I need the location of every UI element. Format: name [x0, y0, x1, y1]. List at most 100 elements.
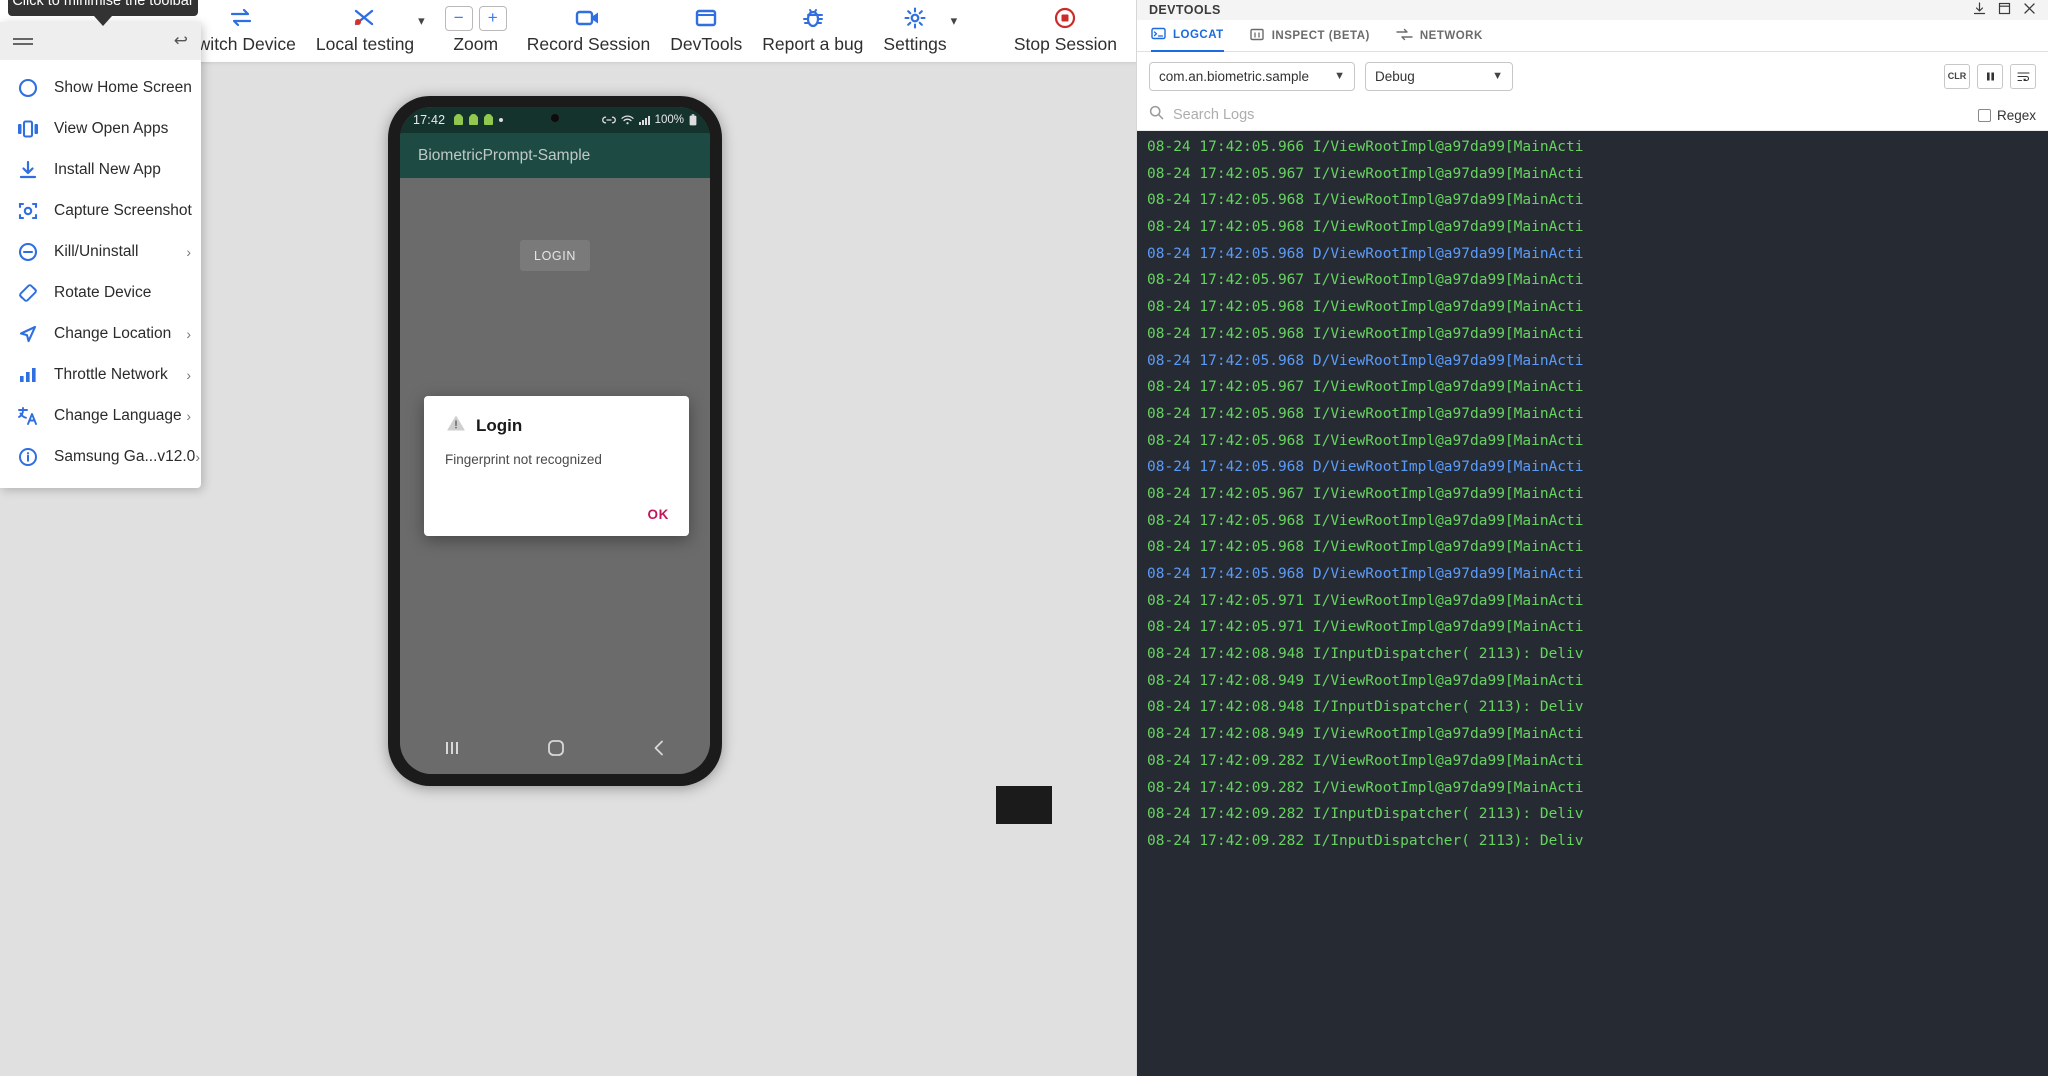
toolbar-item-report-bug[interactable]: Report a bug	[752, 0, 873, 62]
search-icon	[1149, 105, 1164, 125]
chevron-down-icon[interactable]: ▾	[418, 13, 425, 29]
toolbar-label: Record Session	[527, 34, 651, 55]
android-icon	[469, 116, 478, 125]
menu-item-kill-uninstall[interactable]: Kill/Uninstall ›	[0, 231, 201, 272]
change-location-icon	[13, 323, 43, 345]
logcat-line: 08-24 17:42:05.968 D/ViewRootImpl@a97da9…	[1137, 241, 2048, 268]
rotate-device-icon	[13, 282, 43, 304]
stop-session-icon	[1053, 4, 1077, 32]
toolbar-item-stop-session[interactable]: Stop Session	[1004, 0, 1127, 62]
search-input[interactable]	[1173, 107, 1433, 123]
regex-checkbox[interactable]	[1978, 109, 1991, 122]
phone-screen[interactable]: 17:42 100% BiometricPrompt-Sample LOGIN	[400, 107, 710, 774]
devtools-icon	[693, 4, 719, 32]
menu-item-throttle-network[interactable]: Throttle Network ›	[0, 354, 201, 395]
chevron-down-icon[interactable]: ▾	[951, 13, 958, 29]
dialog-ok-button[interactable]: OK	[648, 507, 669, 522]
menu-item-change-location[interactable]: Change Location ›	[0, 313, 201, 354]
devtools-panel: DEVTOOLS LOGCAT INSPECT (BETA)	[1136, 0, 2048, 1076]
logcat-line: 08-24 17:42:05.967 I/ViewRootImpl@a97da9…	[1137, 481, 2048, 508]
download-icon[interactable]	[1973, 2, 1986, 18]
recents-icon[interactable]	[442, 739, 462, 762]
toolbar-item-record-session[interactable]: Record Session	[517, 0, 661, 62]
tab-label: INSPECT (BETA)	[1272, 30, 1370, 42]
home-icon[interactable]	[546, 738, 566, 763]
login-button[interactable]: LOGIN	[520, 240, 590, 271]
capture-screenshot-icon	[13, 200, 43, 222]
app-content-area: LOGIN Login Fingerprint not recognized O…	[400, 178, 710, 774]
dialog-title: Login	[476, 416, 522, 436]
chevron-down-icon: ▼	[1334, 70, 1345, 82]
toolbar-label: Report a bug	[762, 34, 863, 55]
toolbar-item-devtools[interactable]: DevTools	[660, 0, 752, 62]
app-title-bar: BiometricPrompt-Sample	[400, 133, 710, 178]
tab-network[interactable]: NETWORK	[1396, 20, 1483, 52]
close-icon[interactable]	[2023, 2, 2036, 18]
menu-item-label: Change Language	[54, 407, 182, 425]
menu-list: Show Home Screen View Open Apps Install …	[0, 60, 201, 477]
regex-toggle[interactable]: Regex	[1978, 108, 2036, 123]
menu-item-device-info[interactable]: Samsung Ga...v12.0 ›	[0, 436, 201, 477]
wifi-icon	[621, 115, 634, 125]
device-info-icon	[13, 446, 43, 468]
logcat-line: 08-24 17:42:08.949 I/ViewRootImpl@a97da9…	[1137, 668, 2048, 695]
toolbar-label: Zoom	[453, 34, 498, 55]
log-level-value: Debug	[1375, 69, 1415, 84]
chevron-right-icon: ›	[186, 367, 191, 383]
minimise-toolbar-tooltip: Click to minimise the toolbar	[8, 0, 198, 16]
menu-item-rotate-device[interactable]: Rotate Device	[0, 272, 201, 313]
logcat-line: 08-24 17:42:05.971 I/ViewRootImpl@a97da9…	[1137, 588, 2048, 615]
logcat-line: 08-24 17:42:09.282 I/InputDispatcher( 21…	[1137, 828, 2048, 855]
logcat-line: 08-24 17:42:08.949 I/ViewRootImpl@a97da9…	[1137, 721, 2048, 748]
zoom-in-button[interactable]: +	[479, 6, 507, 31]
logcat-line: 08-24 17:42:05.968 D/ViewRootImpl@a97da9…	[1137, 454, 2048, 481]
minimize-icon[interactable]	[1998, 2, 2011, 18]
logcat-line: 08-24 17:42:05.967 I/ViewRootImpl@a97da9…	[1137, 161, 2048, 188]
menu-item-view-open-apps[interactable]: View Open Apps	[0, 108, 201, 149]
logcat-line: 08-24 17:42:05.968 D/ViewRootImpl@a97da9…	[1137, 348, 2048, 375]
logcat-line: 08-24 17:42:05.968 I/ViewRootImpl@a97da9…	[1137, 534, 2048, 561]
signal-icon	[639, 115, 650, 125]
device-actions-menu: ↩ Show Home Screen View Open Apps Instal…	[0, 22, 201, 488]
tab-inspect[interactable]: INSPECT (BETA)	[1250, 20, 1370, 52]
pause-icon[interactable]	[1977, 64, 2003, 89]
devtools-title: DEVTOOLS	[1149, 3, 1221, 17]
menu-item-label: Rotate Device	[54, 284, 151, 302]
toolbar-label: DevTools	[670, 34, 742, 55]
logcat-line: 08-24 17:42:09.282 I/InputDispatcher( 21…	[1137, 801, 2048, 828]
network-icon	[1396, 28, 1413, 44]
search-container	[1149, 105, 1978, 125]
toolbar-label: Switch Device	[186, 34, 296, 55]
zoom-out-button[interactable]: −	[445, 6, 473, 31]
dialog-message: Fingerprint not recognized	[445, 452, 668, 467]
app-title: BiometricPrompt-Sample	[418, 147, 590, 165]
tab-logcat[interactable]: LOGCAT	[1151, 20, 1224, 52]
home-circle-icon	[13, 77, 43, 99]
menu-item-change-language[interactable]: Change Language ›	[0, 395, 201, 436]
logcat-action-buttons: CLR	[1944, 64, 2036, 89]
log-level-dropdown[interactable]: Debug ▼	[1365, 62, 1513, 91]
wrap-lines-icon[interactable]	[2010, 64, 2036, 89]
back-icon[interactable]	[650, 739, 668, 762]
hamburger-icon[interactable]	[13, 35, 33, 48]
menu-item-label: Install New App	[54, 161, 161, 179]
collapse-left-icon[interactable]: ↩	[174, 31, 188, 51]
toolbar-item-settings[interactable]: Settings ▾	[873, 0, 967, 62]
logcat-output[interactable]: 08-24 17:42:05.966 I/ViewRootImpl@a97da9…	[1137, 131, 2048, 1076]
regex-label: Regex	[1997, 108, 2036, 123]
logcat-line: 08-24 17:42:05.967 I/ViewRootImpl@a97da9…	[1137, 374, 2048, 401]
open-apps-icon	[13, 119, 43, 139]
clear-logs-button[interactable]: CLR	[1944, 64, 1970, 89]
chevron-down-icon: ▼	[1492, 70, 1503, 82]
menu-item-show-home-screen[interactable]: Show Home Screen	[0, 67, 201, 108]
toolbar-label: Local testing	[316, 34, 414, 55]
toolbar-item-local-testing[interactable]: Local testing ▾	[306, 0, 435, 62]
package-filter-dropdown[interactable]: com.an.biometric.sample ▼	[1149, 62, 1355, 91]
menu-item-label: Samsung Ga...v12.0	[54, 448, 195, 466]
menu-item-capture-screenshot[interactable]: Capture Screenshot	[0, 190, 201, 231]
android-icon	[454, 116, 463, 125]
toolbar-item-zoom[interactable]: − + Zoom	[435, 0, 517, 62]
toolbar-label: Settings	[883, 34, 946, 55]
login-alert-dialog: Login Fingerprint not recognized OK	[424, 396, 689, 536]
menu-item-install-new-app[interactable]: Install New App	[0, 149, 201, 190]
